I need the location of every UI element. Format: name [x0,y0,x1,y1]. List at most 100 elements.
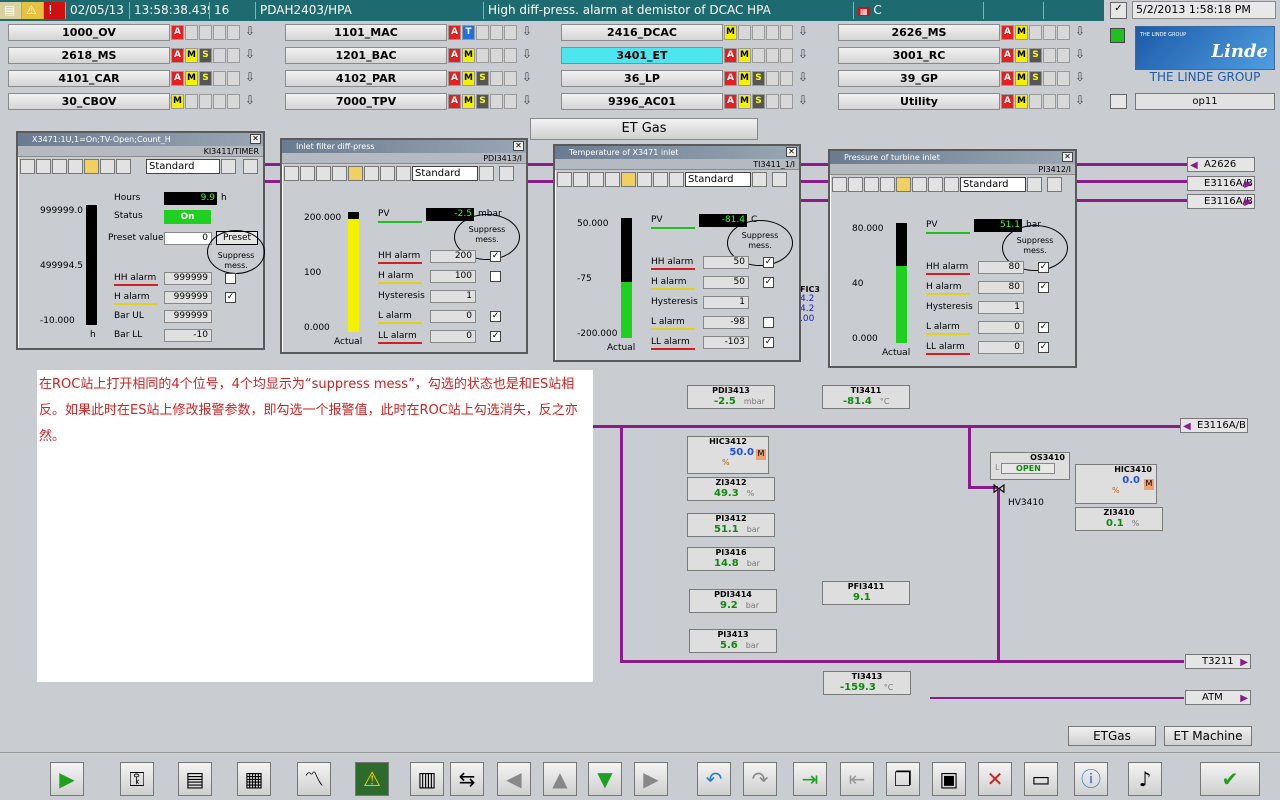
ll-checkbox[interactable]: ✓ [490,331,501,342]
grid-icon[interactable] [396,165,411,181]
window-title[interactable]: Inlet filter diff-press ✕ [282,140,526,153]
faceplate-ti3413[interactable]: TI3413 -159.3 °C [823,671,911,695]
arrow-left-icon[interactable]: ◀ [497,762,531,796]
area-label[interactable]: 2416_DCAC [561,24,723,41]
dest-a2626[interactable]: ◀ A2626 [1187,157,1255,172]
expand-icon[interactable] [243,158,258,174]
area-button[interactable]: 4101_CAR A M S ⇩ [8,70,257,87]
info-icon[interactable]: ⓘ [1074,762,1108,796]
tool-btn[interactable] [332,165,347,181]
delete-icon[interactable]: ✕ [978,762,1012,796]
area-button[interactable]: 9396_AC01 A M S ⇩ [561,93,810,110]
hyst-value[interactable]: 1 [978,301,1024,314]
area-button[interactable]: 2626_MS A M ⇩ [838,24,1087,41]
l-value[interactable]: 0 [430,310,476,323]
area-arrow-icon[interactable]: ⇩ [796,48,810,63]
dest-e3116-1[interactable]: E3116A/B ▶ [1187,176,1255,191]
area-label[interactable]: 3001_RC [838,47,1000,64]
area-arrow-icon[interactable]: ⇩ [243,71,257,86]
faceplate-window-win2[interactable]: Inlet filter diff-press ✕ PDI3413/I Stand… [280,138,528,354]
bell-icon[interactable] [653,171,668,187]
l-checkbox[interactable]: ✓ [1038,322,1049,333]
area-button[interactable]: 39_GP A M S ⇩ [838,70,1087,87]
area-button[interactable]: 3401_ET A M ⇩ [561,47,810,64]
area-arrow-icon[interactable]: ⇩ [796,25,810,40]
area-button[interactable]: 1201_BAC A M ⇩ [285,47,534,64]
h-checkbox[interactable] [490,271,501,282]
tool-btn[interactable] [284,165,299,181]
warning-icon[interactable]: ⚠ [355,762,389,796]
area-arrow-icon[interactable]: ⇩ [243,94,257,109]
area-button[interactable]: 4102_PAR A M S ⇩ [285,70,534,87]
view-select[interactable]: Standard [960,176,1026,192]
dropdown-icon[interactable] [479,165,494,181]
dest-t3211[interactable]: T3211 ▶ [1185,654,1251,669]
expand-icon[interactable] [499,165,514,181]
window-title[interactable]: Pressure of turbine inlet ✕ [830,151,1075,164]
check-icon[interactable] [100,158,115,174]
area-button[interactable]: 1000_OV A ⇩ [8,24,257,41]
area-label[interactable]: 2618_MS [8,47,170,64]
ll-value[interactable]: -103 [703,336,749,349]
area-label[interactable]: 36_LP [561,70,723,87]
lock-icon[interactable] [621,171,636,187]
h-value[interactable]: 100 [430,270,476,283]
tool-btn[interactable] [864,176,879,192]
tool-btn[interactable] [36,158,51,174]
close-icon[interactable]: ✕ [786,147,797,157]
alarm-warning-icon[interactable]: ⚠ [22,2,44,19]
trend-icon[interactable]: 〽 [297,762,331,796]
alarm-bar[interactable]: ▤ ⚠ ! 02/05/13 13:58:38.439 16 PDAH2403/… [0,0,1104,21]
tool-btn[interactable] [848,176,863,192]
nav-etgas-button[interactable]: ETGas [1068,726,1156,746]
dropdown-icon[interactable] [221,158,236,174]
area-arrow-icon[interactable]: ⇩ [520,48,534,63]
area-label[interactable]: 1201_BAC [285,47,447,64]
area-button[interactable]: Utility A M ⇩ [838,93,1087,110]
tool-btn[interactable] [880,176,895,192]
area-label[interactable]: 4102_PAR [285,70,447,87]
switch-screen-icon[interactable]: ⇆ [450,762,484,796]
close-icon[interactable]: ✕ [250,134,261,144]
nav-etmachine-button[interactable]: ET Machine [1164,726,1252,746]
faceplate-pdi3414[interactable]: PDI3414 9.2 bar [689,589,777,613]
ll-checkbox[interactable]: ✓ [1038,342,1049,353]
hh-checkbox[interactable]: ✓ [763,257,774,268]
lock-icon[interactable] [896,176,911,192]
area-button[interactable]: 30_CBOV M ⇩ [8,93,257,110]
lock-icon[interactable] [348,165,363,181]
alarm-ack-icon[interactable]: ✓ [1110,2,1127,19]
view-select[interactable]: Standard [146,158,220,174]
area-button[interactable]: 2416_DCAC M ⇩ [561,24,810,41]
view-select[interactable]: Standard [412,165,478,181]
note-icon[interactable]: ▤ [178,762,212,796]
dest-e3116-3[interactable]: ◀ E3116A/B [1180,418,1248,433]
sound-icon[interactable]: ♪ [1128,762,1162,796]
area-arrow-icon[interactable]: ⇩ [796,94,810,109]
dest-e3116-2[interactable]: E3116A/B ▶ [1187,194,1255,209]
area-label[interactable]: 4101_CAR [8,70,170,87]
fic-faceplate[interactable]: FIC3 4.2 4.2.00 [800,285,828,335]
ll-checkbox[interactable]: ✓ [763,337,774,348]
close-icon[interactable]: ✕ [513,141,524,151]
h-value[interactable]: 50 [703,276,749,289]
check-icon[interactable] [637,171,652,187]
tool-btn[interactable] [832,176,847,192]
area-arrow-icon[interactable]: ⇩ [520,94,534,109]
faceplate-hic3412[interactable]: HIC3412 50.0% M [687,436,769,474]
dropdown-icon[interactable] [1027,176,1042,192]
tool-btn[interactable] [68,158,83,174]
l-value[interactable]: 0 [978,321,1024,334]
ll-value[interactable]: 0 [430,330,476,343]
area-button[interactable]: 1101_MAC A T ⇩ [285,24,534,41]
view-select[interactable]: Standard [685,171,751,187]
area-arrow-icon[interactable]: ⇩ [1073,71,1087,86]
area-label[interactable]: 39_GP [838,70,1000,87]
back-icon[interactable]: ↶ [697,762,731,796]
bell-icon[interactable] [116,158,131,174]
thermometer-icon[interactable]: ▥ [410,762,444,796]
arrow-down-icon[interactable]: ▼ [588,762,622,796]
area-label[interactable]: 2626_MS [838,24,1000,41]
area-label[interactable]: 9396_AC01 [561,93,723,110]
area-label[interactable]: Utility [838,93,1000,110]
